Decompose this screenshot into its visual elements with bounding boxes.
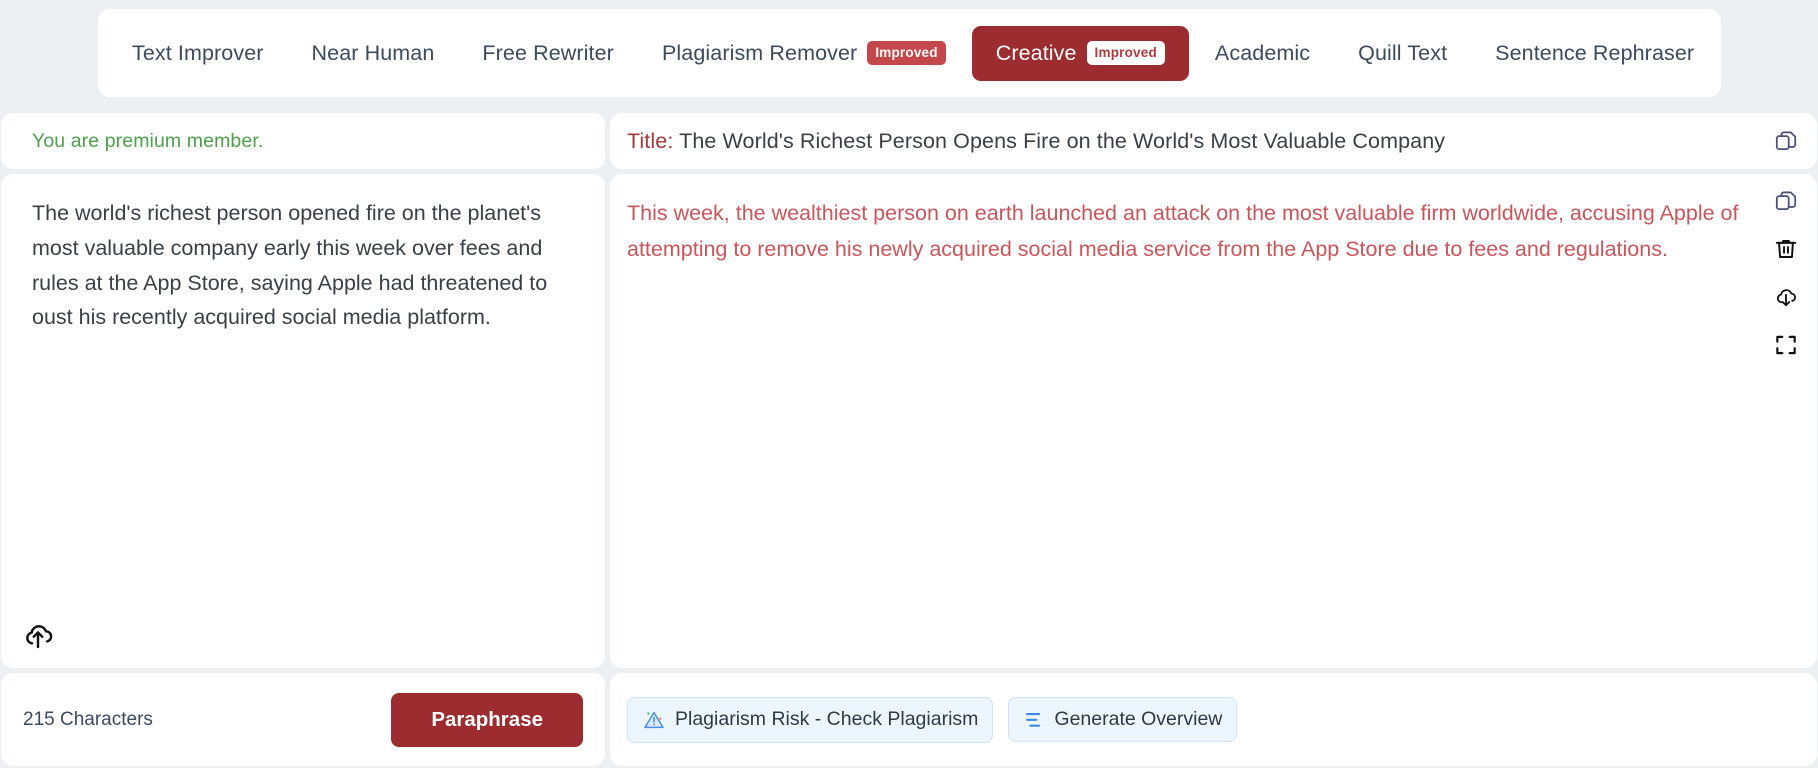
tab-label: Text Improver	[132, 40, 264, 65]
tab-plagiarism-remover[interactable]: Plagiarism Remover Improved	[640, 28, 968, 79]
tab-academic[interactable]: Academic	[1193, 28, 1332, 79]
tab-label: Free Rewriter	[482, 40, 614, 65]
generate-overview-chip[interactable]: Generate Overview	[1008, 697, 1238, 742]
title-value: The World's Richest Person Opens Fire on…	[679, 128, 1446, 153]
title-label: Title:	[627, 128, 674, 153]
copy-icon[interactable]	[1773, 128, 1799, 154]
tab-near-human[interactable]: Near Human	[290, 28, 457, 79]
warning-triangle-icon	[642, 708, 666, 732]
paraphrase-button[interactable]: Paraphrase	[391, 692, 583, 747]
premium-notice-bar: You are premium member.	[1, 113, 605, 169]
tab-label: Near Human	[311, 40, 435, 65]
result-title: Title: The World's Richest Person Opens …	[627, 129, 1445, 154]
check-plagiarism-chip[interactable]: Plagiarism Risk - Check Plagiarism	[627, 696, 994, 743]
result-action-rail	[1773, 188, 1799, 358]
tab-quill-text[interactable]: Quill Text	[1336, 28, 1469, 79]
chip-label: Plagiarism Risk - Check Plagiarism	[675, 708, 979, 730]
tab-label: Plagiarism Remover	[661, 40, 858, 65]
tab-free-rewriter[interactable]: Free Rewriter	[460, 28, 636, 79]
tab-text-improver[interactable]: Text Improver	[110, 28, 286, 79]
fullscreen-icon[interactable]	[1773, 332, 1799, 358]
improved-badge: Improved	[1086, 40, 1165, 66]
tab-label: Quill Text	[1358, 40, 1448, 65]
list-bars-icon	[1023, 709, 1045, 731]
character-count: 215 Characters	[23, 708, 153, 730]
copy-icon[interactable]	[1773, 188, 1799, 214]
result-footer: Plagiarism Risk - Check Plagiarism Gener…	[610, 673, 1817, 766]
source-footer: 215 Characters Paraphrase	[1, 673, 605, 766]
trash-icon[interactable]	[1773, 236, 1799, 262]
source-text-input[interactable]: The world's richest person opened fire o…	[32, 196, 577, 335]
tool-tabs: Text Improver Near Human Free Rewriter P…	[98, 9, 1721, 97]
result-text-panel[interactable]: This week, the wealthiest person on eart…	[610, 174, 1817, 668]
paraphrased-output-text[interactable]: This week, the wealthiest person on eart…	[627, 196, 1747, 267]
tab-label: Creative	[995, 40, 1077, 65]
tab-label: Sentence Rephraser	[1495, 40, 1695, 65]
tab-creative[interactable]: Creative Improved	[971, 25, 1189, 81]
result-title-bar: Title: The World's Richest Person Opens …	[610, 113, 1817, 169]
premium-status-text: You are premium member.	[32, 129, 264, 152]
tab-sentence-rephraser[interactable]: Sentence Rephraser	[1473, 28, 1716, 79]
cloud-download-icon[interactable]	[1773, 284, 1799, 310]
improved-badge: Improved	[867, 40, 946, 66]
cloud-upload-icon[interactable]	[21, 618, 55, 652]
paraphrase-app: Text Improver Near Human Free Rewriter P…	[0, 0, 1818, 768]
source-text-panel[interactable]: The world's richest person opened fire o…	[1, 174, 605, 668]
tab-label: Academic	[1214, 40, 1311, 65]
chip-label: Generate Overview	[1054, 708, 1223, 730]
